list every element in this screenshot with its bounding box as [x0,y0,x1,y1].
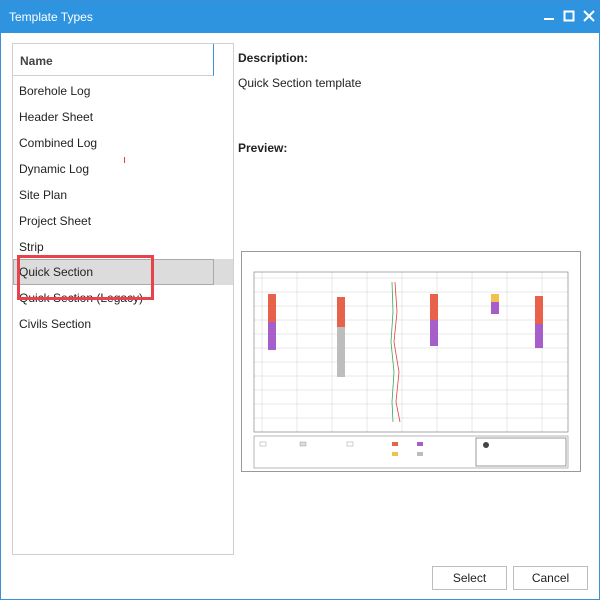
list-item-label: Header Sheet [19,110,94,124]
list-item-project-sheet[interactable]: Project Sheet [13,208,233,234]
list-header-filler [214,44,233,75]
preview-label: Preview: [238,141,288,155]
description-label: Description: [238,51,309,65]
list-item-label: Borehole Log [19,84,91,98]
cancel-button[interactable]: Cancel [513,566,588,590]
list-item-civils-section[interactable]: Civils Section [13,311,233,337]
list-item-label: Site Plan [19,188,68,202]
list-item-label: Strip [19,240,44,254]
preview-drawing [253,271,569,469]
name-column-header-label: Name [20,54,53,68]
list-item-label: Civils Section [19,317,92,331]
list-item-site-plan[interactable]: Site Plan [13,182,233,208]
minimize-icon[interactable] [541,8,557,24]
list-item-borehole-log[interactable]: Borehole Log [13,78,233,104]
maximize-icon[interactable] [561,8,577,24]
list-item-label: Project Sheet [19,214,92,228]
list-item-label: Dynamic Log [19,162,90,176]
template-types-dialog: Template Types Name Borehole Log Header … [0,0,600,600]
select-button[interactable]: Select [432,566,507,590]
list-item-label: Combined Log [19,136,98,150]
name-column-header[interactable]: Name [13,44,214,76]
window-title: Template Types [9,10,93,24]
close-icon[interactable] [581,8,597,24]
list-item-header-sheet[interactable]: Header Sheet [13,104,233,130]
template-list[interactable]: Name Borehole Log Header Sheet Combined … [12,43,234,555]
title-bar[interactable]: Template Types [1,1,599,33]
list-item-dynamic-log[interactable]: Dynamic Log [13,156,233,182]
list-item-combined-log[interactable]: Combined Log [13,130,233,156]
red-mark [124,157,125,163]
preview-image [241,251,581,472]
description-value: Quick Section template [238,76,362,90]
red-highlight-box [17,255,154,300]
